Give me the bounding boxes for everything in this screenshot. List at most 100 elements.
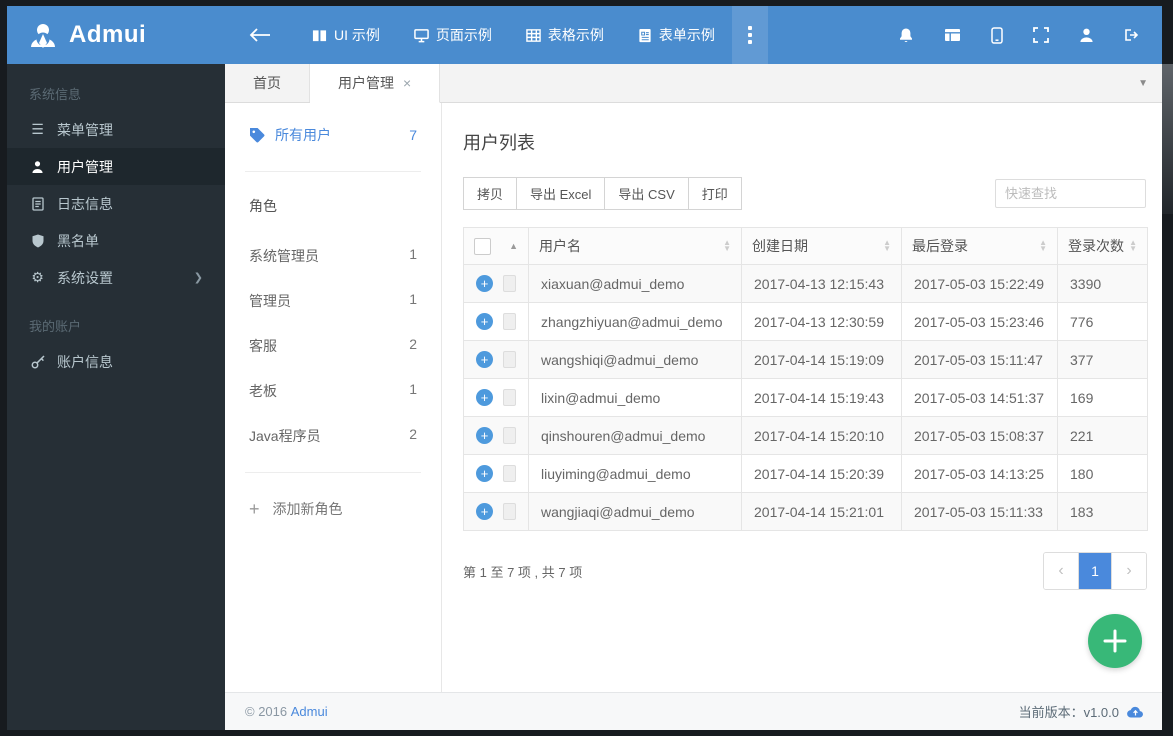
bell-icon [900, 28, 912, 42]
nav-item-form-demo[interactable]: 表单示例 [621, 6, 732, 64]
add-user-fab-button[interactable] [1088, 614, 1142, 668]
cell-last-login: 2017-05-03 15:11:47 [901, 340, 1058, 379]
role-item-java-dev[interactable]: Java程序员 2 [249, 426, 417, 446]
nav-item-label: 页面示例 [435, 27, 492, 43]
table-row: + wangshiqi@admui_demo 2017-04-14 15:19:… [463, 340, 1148, 379]
cell-created: 2017-04-14 15:19:43 [741, 378, 902, 417]
gear-icon: ⚙ [31, 269, 44, 285]
scrollbar[interactable] [1162, 64, 1173, 214]
user-groups-panel: 所有用户 7 角色 系统管理员 1 管理员 1 客服 2 老板 1 Java程序… [225, 103, 442, 692]
cell-last-login: 2017-05-03 14:13:25 [901, 454, 1058, 493]
row-checkbox[interactable] [503, 503, 516, 520]
page-title: 用户列表 [463, 133, 535, 153]
table-icon [526, 28, 541, 42]
sidebar-item-label: 黑名单 [57, 232, 99, 249]
cell-last-login: 2017-05-03 15:23:46 [901, 302, 1058, 341]
all-users-label: 所有用户 [275, 127, 331, 143]
row-checkbox[interactable] [503, 465, 516, 482]
add-role-button[interactable]: + 添加新角色 [249, 499, 417, 519]
sidebar-item-blacklist[interactable]: 黑名单 [7, 222, 225, 259]
sidebar-item-menu-management[interactable]: ☰ 菜单管理 [7, 111, 225, 148]
tab-bar: 首页 用户管理 × ▼ [225, 64, 1162, 103]
tab-user-management[interactable]: 用户管理 × [310, 64, 441, 103]
profile-button[interactable] [1064, 6, 1109, 64]
page-1-button[interactable]: 1 [1078, 553, 1112, 589]
export-csv-button[interactable]: 导出 CSV [604, 177, 689, 210]
role-item-admin[interactable]: 管理员 1 [249, 291, 417, 311]
copy-button[interactable]: 拷贝 [463, 177, 518, 210]
row-checkbox[interactable] [503, 275, 516, 292]
mobile-icon [991, 26, 1003, 44]
print-button[interactable]: 打印 [687, 177, 742, 210]
row-checkbox[interactable] [503, 313, 516, 330]
role-item-sysadmin[interactable]: 系统管理员 1 [249, 246, 417, 266]
cell-username: lixin@admui_demo [528, 378, 742, 417]
brand-logo[interactable]: Admui [7, 6, 225, 64]
cell-created: 2017-04-14 15:20:39 [741, 454, 902, 493]
sidebar-item-label: 用户管理 [57, 158, 113, 175]
nav-back-button[interactable] [225, 6, 295, 64]
tab-home[interactable]: 首页 [225, 64, 310, 102]
column-header-created[interactable]: 创建日期 [752, 236, 808, 256]
nav-more-menu-button[interactable] [731, 6, 768, 64]
sort-arrows-icon[interactable]: ▲ ▼ [723, 239, 731, 253]
sort-arrows-icon[interactable]: ▲ ▼ [883, 239, 891, 253]
role-name: Java程序员 [249, 428, 321, 444]
column-header-last-login[interactable]: 最后登录 [912, 236, 968, 256]
role-name: 客服 [249, 338, 277, 354]
row-expand-button[interactable]: + [476, 275, 493, 292]
cell-created: 2017-04-13 12:30:59 [741, 302, 902, 341]
tab-overflow-caret-icon[interactable]: ▼ [1138, 78, 1148, 89]
row-expand-button[interactable]: + [476, 427, 493, 444]
sort-arrows-icon[interactable]: ▲ ▼ [1129, 239, 1137, 253]
sidebar-item-system-settings[interactable]: ⚙ 系统设置 ❯ [7, 259, 225, 296]
all-users-filter[interactable]: 所有用户 7 [249, 125, 417, 145]
plus-icon: + [249, 499, 260, 519]
cell-login-count: 183 [1057, 492, 1148, 531]
brand-name: Admui [69, 21, 147, 48]
role-item-boss[interactable]: 老板 1 [249, 381, 417, 401]
table-row: + qinshouren@admui_demo 2017-04-14 15:20… [463, 416, 1148, 455]
notifications-button[interactable] [883, 6, 929, 64]
row-checkbox[interactable] [503, 427, 516, 444]
sort-asc-indicator-icon[interactable]: ▲ [509, 241, 518, 251]
row-checkbox[interactable] [503, 351, 516, 368]
sidebar-item-label: 账户信息 [57, 353, 113, 370]
cell-created: 2017-04-13 12:15:43 [741, 264, 902, 303]
sort-arrows-icon[interactable]: ▲ ▼ [1039, 239, 1047, 253]
role-count: 1 [409, 291, 417, 307]
next-page-button[interactable]: › [1112, 553, 1146, 589]
role-item-support[interactable]: 客服 2 [249, 336, 417, 356]
layout-toggle-button[interactable] [929, 6, 976, 64]
nav-item-page-demo[interactable]: 页面示例 [397, 6, 509, 64]
row-checkbox[interactable] [503, 389, 516, 406]
select-all-checkbox[interactable] [474, 237, 491, 255]
nav-item-label: 表单示例 [658, 27, 715, 43]
tab-close-icon[interactable]: × [403, 75, 411, 91]
row-expand-button[interactable]: + [476, 389, 493, 406]
sidebar-item-user-management[interactable]: 用户管理 [7, 148, 225, 185]
role-count: 2 [409, 336, 417, 352]
fullscreen-button[interactable] [1018, 6, 1064, 64]
prev-page-button[interactable]: ‹ [1044, 553, 1078, 589]
sidebar-item-log-info[interactable]: 日志信息 [7, 185, 225, 222]
role-name: 老板 [249, 383, 277, 399]
export-excel-button[interactable]: 导出 Excel [516, 177, 606, 210]
row-expand-button[interactable]: + [476, 351, 493, 368]
cell-created: 2017-04-14 15:19:09 [741, 340, 902, 379]
nav-item-table-demo[interactable]: 表格示例 [509, 6, 621, 64]
nav-item-ui-demo[interactable]: UI 示例 [295, 6, 397, 64]
role-name: 管理员 [249, 293, 291, 309]
row-expand-button[interactable]: + [476, 503, 493, 520]
table-toolbar: 拷贝 导出 Excel 导出 CSV 打印 [463, 177, 1146, 210]
column-header-username[interactable]: 用户名 [539, 236, 581, 256]
footer-brand-link[interactable]: Admui [291, 704, 328, 719]
sidebar-item-account-info[interactable]: 账户信息 [7, 343, 225, 380]
row-expand-button[interactable]: + [476, 313, 493, 330]
cloud-upload-icon [1127, 706, 1143, 718]
row-expand-button[interactable]: + [476, 465, 493, 482]
quick-search-input[interactable] [995, 179, 1146, 208]
logout-button[interactable] [1109, 6, 1156, 64]
column-header-login-count[interactable]: 登录次数 [1068, 236, 1124, 256]
mobile-preview-button[interactable] [976, 6, 1018, 64]
